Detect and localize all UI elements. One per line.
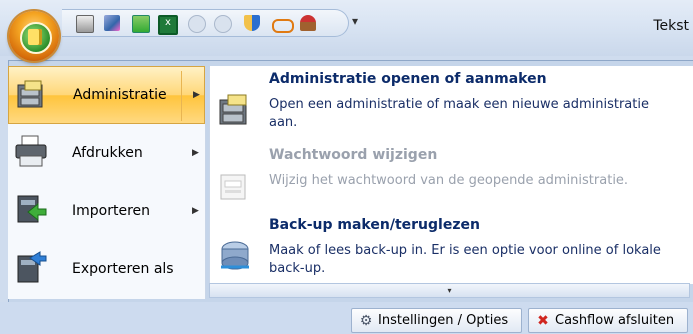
backup-icon — [221, 241, 249, 270]
application-menu-button[interactable] — [9, 11, 59, 61]
cabinet-icon — [17, 80, 43, 108]
paint-icon[interactable] — [104, 15, 120, 31]
quick-access-toolbar: x — [62, 9, 349, 37]
gear-icon: ⚙ — [359, 312, 373, 329]
menu-item-importeren[interactable]: Importeren ▶ — [8, 182, 205, 240]
printer-icon — [15, 135, 47, 167]
glasses-icon[interactable] — [272, 19, 294, 33]
menu-item-label: Administratie — [73, 87, 167, 103]
menu-item-administratie[interactable]: Administratie ▶ — [8, 66, 205, 124]
cabinet-icon — [219, 94, 247, 125]
export-icon — [17, 251, 47, 283]
submenu-arrow-icon: ▶ — [192, 206, 199, 216]
menu-item-separator — [181, 71, 182, 121]
submenu-arrow-icon: ▶ — [193, 90, 200, 100]
printer-icon[interactable] — [76, 15, 94, 33]
submenu-item-description: Maak of lees back-up in. Er is een optie… — [269, 243, 661, 276]
menu-item-afdrukken[interactable]: Afdrukken ▶ — [8, 124, 205, 182]
app-icon[interactable] — [132, 15, 150, 33]
settings-button[interactable]: ⚙ Instellingen / Opties — [351, 308, 522, 333]
submenu-item-back-up[interactable]: Back-up maken/teruglezen Maak of lees ba… — [209, 213, 693, 283]
menu-item-exporteren-als[interactable]: Exporteren als — [8, 240, 205, 298]
submenu-item-description: Wijzig het wachtwoord van de geopende ad… — [269, 173, 629, 188]
close-app-button[interactable]: ✖ Cashflow afsluiten — [528, 308, 688, 333]
submenu-item-title: Wachtwoord wijzigen — [269, 147, 438, 163]
back-icon[interactable] — [188, 15, 206, 33]
menu-item-label: Exporteren als — [72, 261, 174, 277]
shield-icon[interactable] — [244, 15, 260, 31]
plunger-icon[interactable] — [300, 15, 316, 31]
password-field-icon — [220, 174, 246, 200]
submenu-item-description: Open een administratie of maak een nieuw… — [269, 97, 649, 130]
submenu-item-title: Back-up maken/teruglezen — [269, 217, 480, 233]
chevron-down-icon: ▾ — [447, 286, 452, 295]
app-logo-icon — [20, 22, 52, 54]
excel-icon[interactable]: x — [158, 15, 178, 35]
close-app-button-label: Cashflow afsluiten — [555, 313, 675, 328]
window-title: Tekst — [653, 18, 689, 34]
submenu-scroll-down-button[interactable]: ▾ — [209, 283, 690, 298]
menu-item-label: Importeren — [72, 203, 151, 219]
submenu-item-title: Administratie openen of aanmaken — [269, 71, 547, 87]
forward-icon[interactable] — [214, 15, 232, 33]
customize-quick-access-button[interactable]: ▾ — [352, 14, 358, 28]
import-icon — [17, 195, 47, 223]
submenu-item-wachtwoord-wijzigen: Wachtwoord wijzigen Wijzig het wachtwoor… — [209, 143, 693, 209]
close-icon: ✖ — [537, 312, 549, 329]
settings-button-label: Instellingen / Opties — [378, 313, 509, 328]
menu-item-label: Afdrukken — [72, 145, 143, 161]
submenu-arrow-icon: ▶ — [192, 148, 199, 158]
submenu-item-administratie-openen[interactable]: Administratie openen of aanmaken Open ee… — [209, 67, 693, 143]
